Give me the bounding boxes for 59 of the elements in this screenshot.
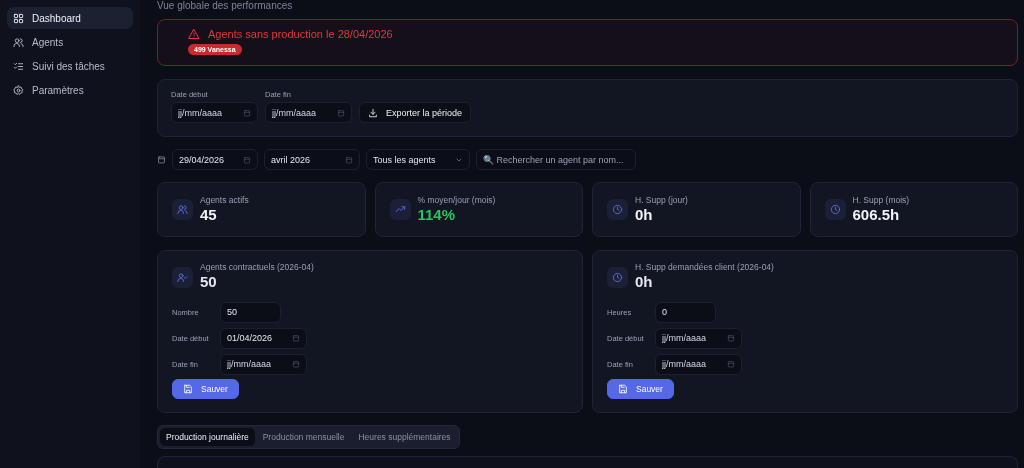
number-field[interactable]: 50 — [220, 301, 281, 323]
warning-icon — [188, 28, 200, 40]
calendar-icon — [337, 108, 345, 117]
card-title: Agents contractuels (2026-04) — [200, 262, 314, 272]
stat-value: 114% — [417, 205, 457, 223]
stat-label: % moyen/jour (mois) — [417, 194, 496, 205]
stat-label: H. Supp (jour) — [635, 194, 688, 205]
grid-icon — [13, 12, 24, 24]
date-field[interactable]: jj/mm/aaaa — [171, 102, 258, 123]
calendar-icon — [292, 334, 300, 342]
date-field[interactable]: jj/mm/aaaa — [655, 353, 742, 375]
sidebar-item[interactable]: Agents — [7, 31, 133, 53]
calendar-icon — [727, 360, 735, 368]
save-icon — [183, 384, 193, 394]
clock-icon — [829, 204, 841, 215]
stat-label: Agents actifs — [200, 194, 249, 205]
save-icon — [618, 384, 628, 394]
date-field[interactable]: 29/04/2026 — [172, 149, 258, 170]
month-field[interactable]: avril 2026 — [264, 149, 360, 170]
clock-icon — [612, 271, 623, 283]
calendar-icon — [157, 155, 166, 164]
sidebar-item[interactable]: Dashboard — [7, 7, 133, 29]
clock-icon — [612, 204, 623, 215]
export-button[interactable]: Exporter la période — [359, 102, 472, 123]
card-value: 0h — [635, 273, 654, 290]
save-button[interactable]: Sauver — [607, 379, 674, 399]
calendar-icon — [243, 155, 251, 164]
card-value: 50 — [200, 273, 218, 290]
date-field[interactable]: 01/04/2026 — [220, 327, 307, 349]
date-field[interactable]: jj/mm/aaaa — [220, 353, 307, 375]
trend-up-icon — [394, 204, 406, 215]
download-icon — [368, 107, 378, 118]
search-field[interactable]: 🔍 Rechercher un agent par nom... — [476, 149, 636, 170]
user-check-icon — [177, 271, 188, 283]
tab[interactable]: Production mensuelle — [256, 428, 351, 446]
calendar-icon — [727, 334, 735, 342]
calendar-icon — [345, 155, 353, 164]
stat-value: 0h — [635, 205, 654, 223]
save-button[interactable]: Sauver — [172, 379, 239, 399]
calendar-icon — [243, 108, 251, 117]
stat-label: H. Supp (mois) — [852, 194, 910, 205]
tab[interactable]: Heures supplémentaires — [352, 428, 457, 446]
sidebar-item[interactable]: Paramètres — [7, 79, 133, 101]
agent-dropdown[interactable]: Tous les agents — [366, 149, 470, 170]
stat-value: 606.5h — [852, 205, 901, 223]
number-field[interactable]: 0 — [655, 301, 716, 323]
date-field[interactable]: jj/mm/aaaa — [655, 327, 742, 349]
settings-icon — [13, 84, 24, 96]
checklist-icon — [13, 60, 24, 72]
alert-title: Agents sans production le 28/04/2026 — [208, 28, 393, 40]
users-icon — [13, 36, 24, 48]
date-field[interactable]: jj/mm/aaaa — [265, 102, 352, 123]
users-icon — [177, 204, 188, 215]
stat-value: 45 — [200, 205, 218, 223]
sidebar-item[interactable]: Suivi des tâches — [7, 55, 133, 77]
tab[interactable]: Production journalière — [160, 428, 255, 446]
calendar-icon — [292, 360, 300, 368]
page-subtitle: Vue globale des performances — [157, 0, 294, 12]
card-title: H. Supp demandées client (2026-04) — [635, 262, 774, 272]
